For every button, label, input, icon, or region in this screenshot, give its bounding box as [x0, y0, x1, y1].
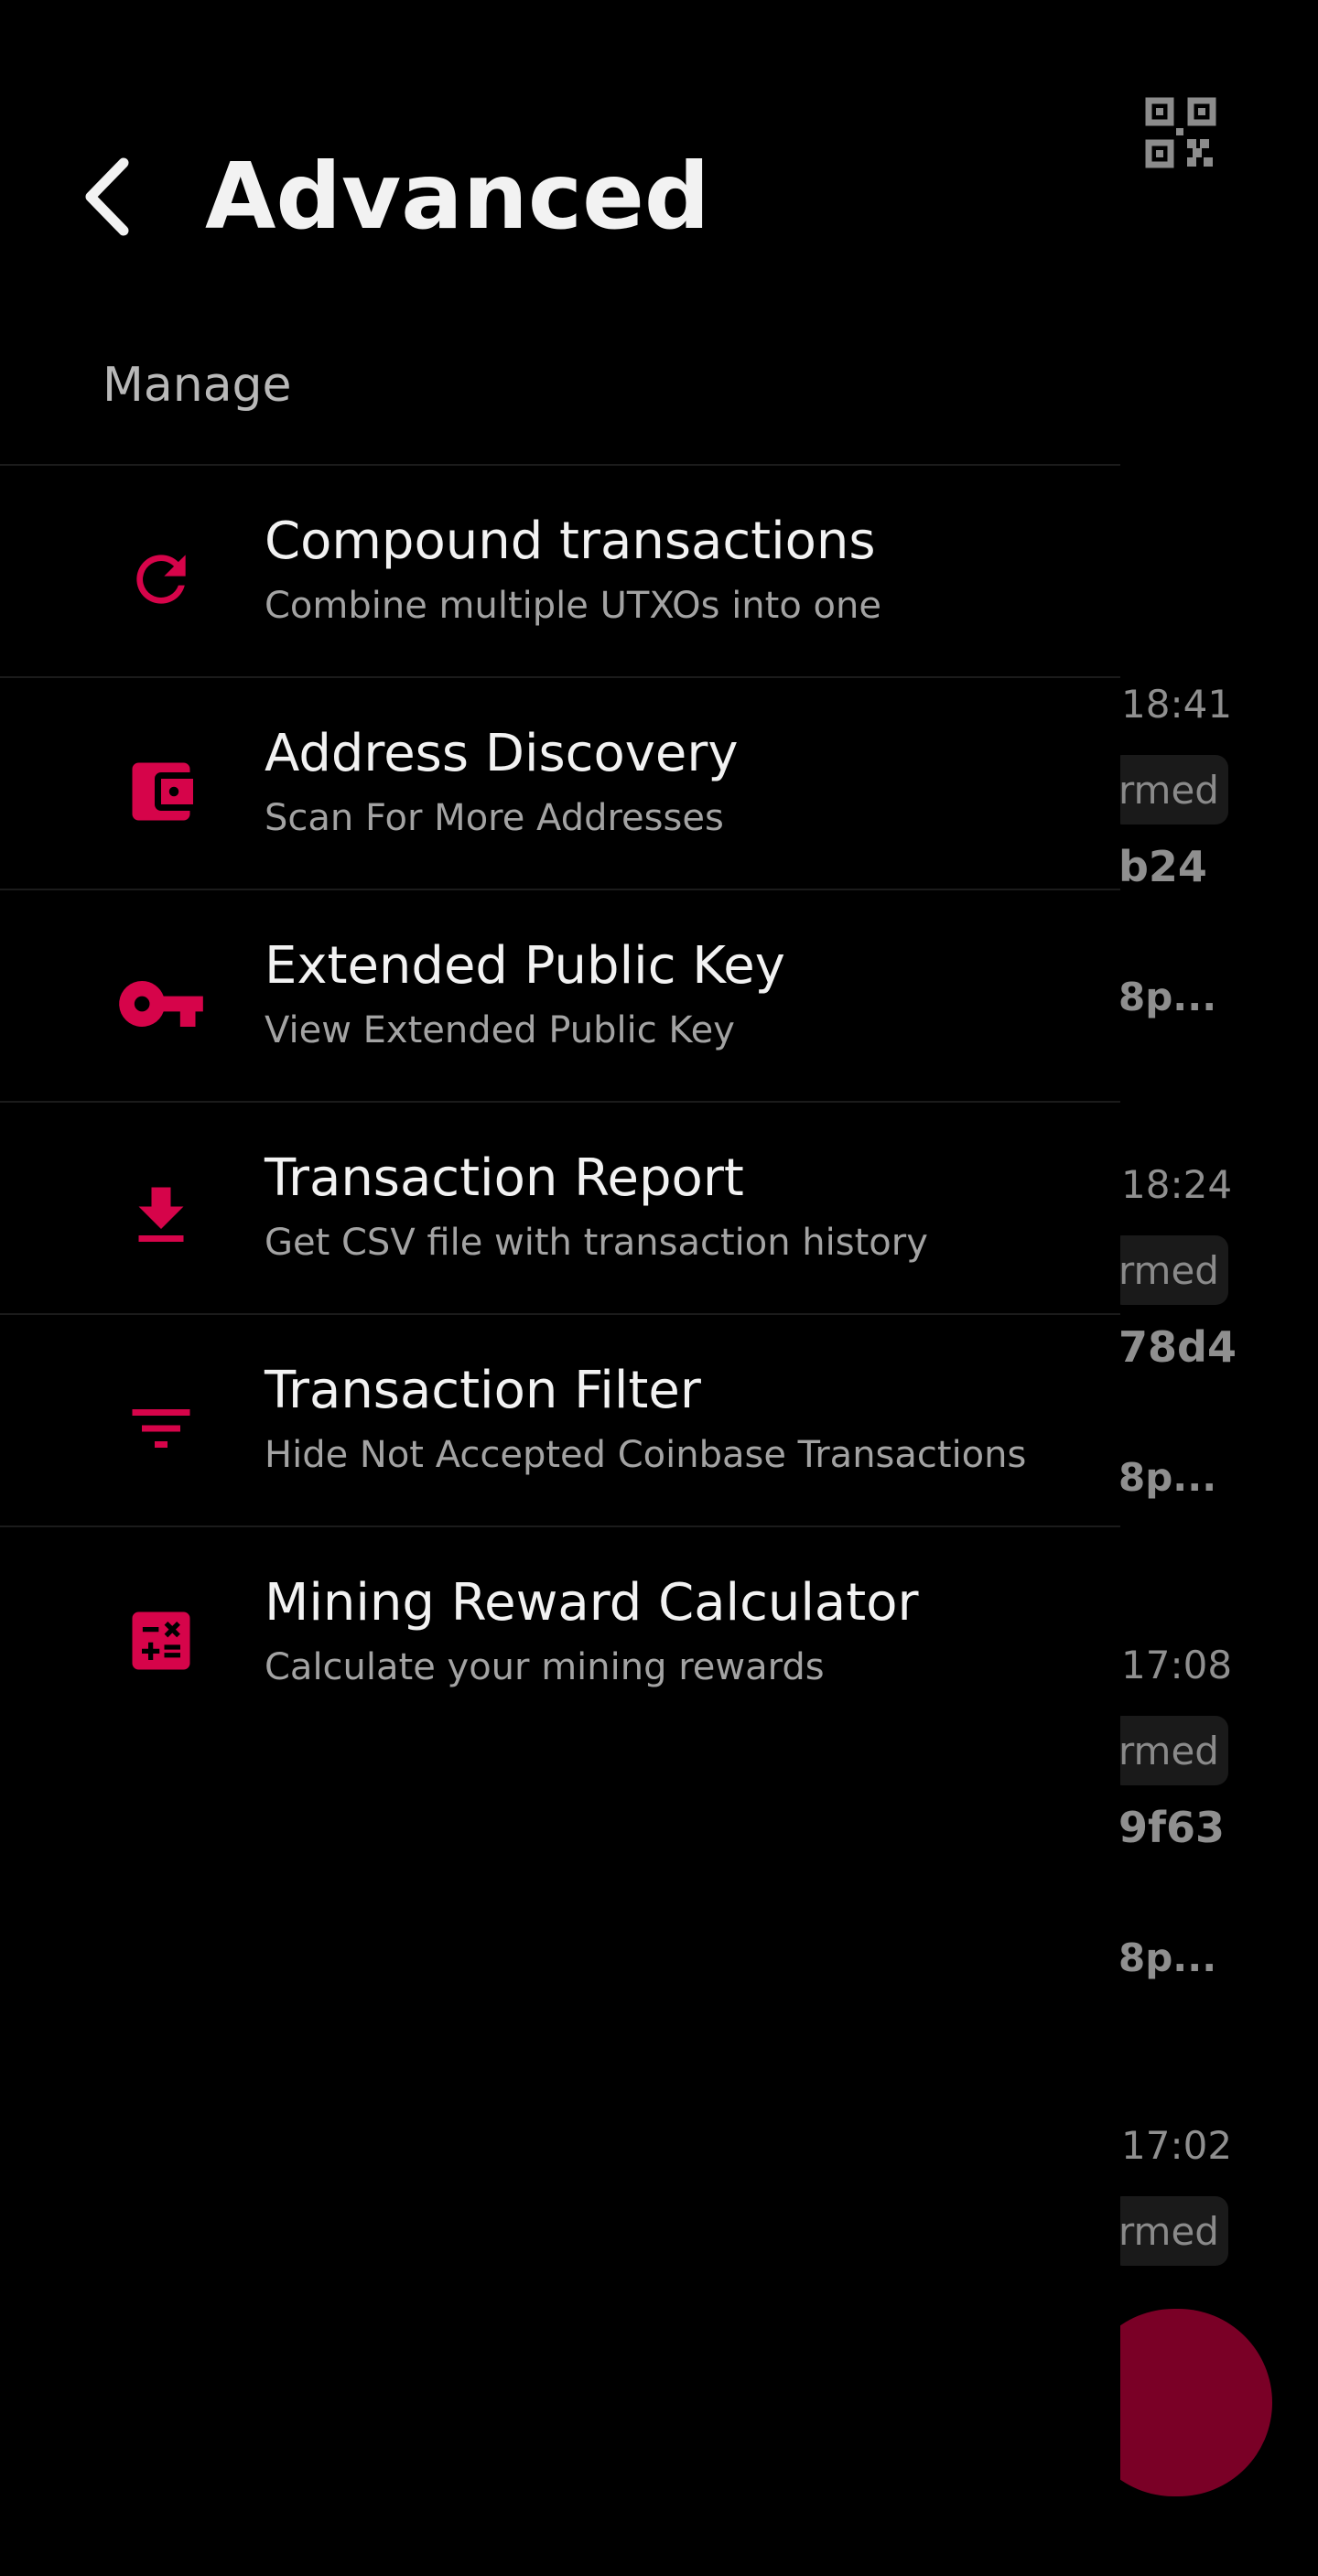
transaction-hash: 9f63 — [1118, 1803, 1226, 1852]
calculator-icon — [110, 1590, 212, 1692]
menu-item-label: Address Discovery — [265, 724, 739, 783]
menu-item-extended-public-key[interactable]: Extended Public Key View Extended Public… — [0, 889, 1120, 1101]
wallet-icon — [110, 740, 212, 843]
chevron-left-icon — [85, 157, 129, 236]
menu-item-description: Calculate your mining rewards — [265, 1646, 825, 1688]
transaction-time: 18:41 — [1121, 682, 1233, 727]
menu-item-description: Combine multiple UTXOs into one — [265, 585, 881, 627]
menu-item-description: Hide Not Accepted Coinbase Transactions — [265, 1434, 1027, 1476]
menu-item-mining-reward-calculator[interactable]: Mining Reward Calculator Calculate your … — [0, 1525, 1120, 1738]
transaction-time: 17:02 — [1121, 2123, 1233, 2168]
transaction-time: 18:24 — [1121, 1162, 1233, 1207]
transaction-status-badge: rmed — [1109, 1716, 1228, 1785]
transaction-address: 8p... — [1118, 1935, 1217, 1980]
transaction-status-badge: rmed — [1109, 755, 1228, 825]
menu-item-description: View Extended Public Key — [265, 1009, 735, 1051]
transaction-time: 17:08 — [1121, 1643, 1233, 1687]
menu-item-label: Transaction Report — [265, 1148, 744, 1208]
menu-item-transaction-filter[interactable]: Transaction Filter Hide Not Accepted Coi… — [0, 1313, 1120, 1525]
page-title: Advanced — [205, 143, 710, 250]
transaction-hash: b24 — [1118, 842, 1207, 891]
download-icon — [110, 1165, 212, 1267]
filter-icon — [110, 1377, 212, 1480]
menu-item-address-discovery[interactable]: Address Discovery Scan For More Addresse… — [0, 676, 1120, 889]
menu-item-label: Extended Public Key — [265, 936, 785, 996]
back-button[interactable] — [66, 146, 148, 247]
qr-code-button[interactable] — [1145, 97, 1216, 168]
transaction-status-badge: rmed — [1109, 1235, 1228, 1305]
transaction-hash: 78d4 — [1118, 1322, 1237, 1372]
menu-item-description: Scan For More Addresses — [265, 797, 724, 839]
section-label-manage: Manage — [103, 358, 292, 413]
menu-item-transaction-report[interactable]: Transaction Report Get CSV file with tra… — [0, 1101, 1120, 1313]
menu-item-label: Compound transactions — [265, 512, 876, 571]
menu-item-label: Mining Reward Calculator — [265, 1573, 919, 1633]
key-icon — [110, 953, 212, 1055]
menu-item-compound-transactions[interactable]: Compound transactions Combine multiple U… — [0, 464, 1120, 676]
advanced-drawer: Advanced Manage Compound transactions Co… — [0, 0, 1120, 2576]
menu-list: Compound transactions Combine multiple U… — [0, 464, 1120, 1738]
transaction-address: 8p... — [1118, 975, 1217, 1019]
transaction-status-badge: rmed — [1109, 2196, 1228, 2266]
transaction-address: 8p... — [1118, 1455, 1217, 1500]
menu-item-description: Get CSV file with transaction history — [265, 1222, 928, 1264]
menu-item-label: Transaction Filter — [265, 1361, 701, 1420]
refresh-icon — [110, 528, 212, 631]
qr-code-icon — [1145, 97, 1216, 168]
